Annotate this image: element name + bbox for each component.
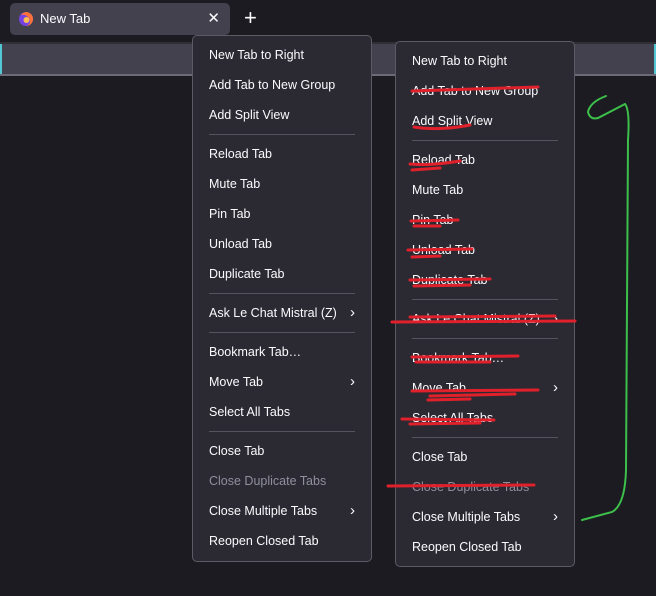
menu-item-select-all-tabs[interactable]: Select All Tabs	[193, 397, 371, 427]
menu-item-reopen-closed-tab[interactable]: Reopen Closed Tab	[396, 532, 574, 562]
menu-item-reload-tab[interactable]: Reload Tab	[193, 139, 371, 169]
menu-item-ask-le-chat-mistral[interactable]: Ask Le Chat Mistral (Z) ›	[396, 304, 574, 334]
menu-item-reopen-closed-tab[interactable]: Reopen Closed Tab	[193, 526, 371, 556]
menu-item-add-split-view[interactable]: Add Split View	[193, 100, 371, 130]
menu-item-move-tab[interactable]: Move Tab ›	[396, 373, 574, 403]
menu-item-bookmark-tab[interactable]: Bookmark Tab…	[193, 337, 371, 367]
chevron-right-icon: ›	[350, 304, 355, 321]
menu-item-close-tab[interactable]: Close Tab	[193, 436, 371, 466]
firefox-icon	[19, 12, 33, 26]
menu-item-unload-tab[interactable]: Unload Tab	[193, 229, 371, 259]
menu-item-add-tab-to-new-group[interactable]: Add Tab to New Group	[193, 70, 371, 100]
menu-item-add-split-view[interactable]: Add Split View	[396, 106, 574, 136]
menu-item-close-multiple-tabs[interactable]: Close Multiple Tabs ›	[396, 502, 574, 532]
chevron-right-icon: ›	[553, 379, 558, 396]
tab-context-menu-right: New Tab to Right Add Tab to New Group Ad…	[395, 41, 575, 567]
menu-separator	[209, 134, 355, 135]
tab-close-icon[interactable]: ✕	[207, 9, 220, 27]
menu-separator	[209, 293, 355, 294]
menu-item-close-multiple-tabs[interactable]: Close Multiple Tabs ›	[193, 496, 371, 526]
menu-item-pin-tab[interactable]: Pin Tab	[193, 199, 371, 229]
menu-item-close-duplicate-tabs: Close Duplicate Tabs	[412, 480, 530, 494]
menu-separator	[412, 299, 558, 300]
menu-item-close-duplicate-tabs: Close Duplicate Tabs	[209, 474, 327, 488]
menu-item-duplicate-tab[interactable]: Duplicate Tab	[396, 265, 574, 295]
chevron-right-icon: ›	[350, 373, 355, 390]
menu-item-select-all-tabs[interactable]: Select All Tabs	[396, 403, 574, 433]
menu-separator	[209, 332, 355, 333]
menu-separator	[412, 338, 558, 339]
menu-item-pin-tab[interactable]: Pin Tab	[396, 205, 574, 235]
new-tab-icon[interactable]: +	[244, 6, 257, 30]
tab-context-menu-left: New Tab to Right Add Tab to New Group Ad…	[192, 35, 372, 562]
menu-item-close-tab[interactable]: Close Tab	[396, 442, 574, 472]
menu-item-reload-tab[interactable]: Reload Tab	[396, 145, 574, 175]
tab-title: New Tab	[40, 11, 91, 26]
menu-separator	[412, 140, 558, 141]
menu-item-add-tab-to-new-group[interactable]: Add Tab to New Group	[396, 76, 574, 106]
menu-item-unload-tab[interactable]: Unload Tab	[396, 235, 574, 265]
tab-bar: New Tab ✕ +	[0, 0, 656, 40]
menu-item-new-tab-to-right[interactable]: New Tab to Right	[193, 40, 371, 70]
toolbar-accent-left	[0, 44, 2, 74]
chevron-right-icon: ›	[553, 310, 558, 327]
menu-item-mute-tab[interactable]: Mute Tab	[396, 175, 574, 205]
menu-separator	[209, 431, 355, 432]
menu-separator	[412, 437, 558, 438]
menu-item-move-tab[interactable]: Move Tab ›	[193, 367, 371, 397]
menu-item-new-tab-to-right[interactable]: New Tab to Right	[396, 46, 574, 76]
chevron-right-icon: ›	[350, 502, 355, 519]
menu-item-ask-le-chat-mistral[interactable]: Ask Le Chat Mistral (Z) ›	[193, 298, 371, 328]
menu-item-bookmark-tab[interactable]: Bookmark Tab…	[396, 343, 574, 373]
menu-item-duplicate-tab[interactable]: Duplicate Tab	[193, 259, 371, 289]
chevron-right-icon: ›	[553, 508, 558, 525]
tab-new-tab[interactable]: New Tab ✕	[10, 3, 230, 35]
menu-item-mute-tab[interactable]: Mute Tab	[193, 169, 371, 199]
